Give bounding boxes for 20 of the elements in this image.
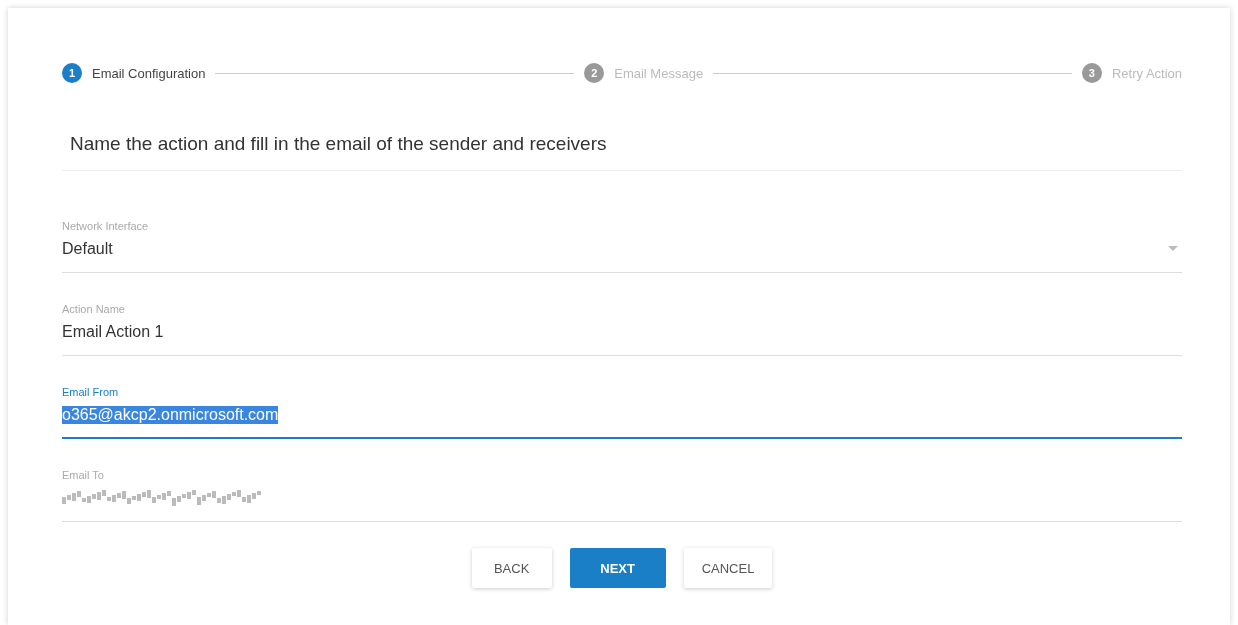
input-field[interactable]: Email From o365@akcp2.onmicrosoft.com (62, 372, 1182, 439)
step-number[interactable]: 1 (62, 63, 82, 83)
step-number[interactable]: 3 (1081, 63, 1102, 83)
field-value: Default (62, 240, 113, 258)
field-label: Email To (62, 469, 105, 481)
input-field[interactable]: Network Interface Default (62, 206, 1182, 273)
dropdown-caret-icon[interactable] (1168, 246, 1178, 252)
field-value: Email Action 1 (62, 323, 164, 341)
field-label: Email From (62, 386, 120, 398)
input-field[interactable]: Action Name Email Action 1 (62, 289, 1182, 356)
field-label: Network Interface (62, 220, 150, 232)
action-button[interactable]: CANCEL (683, 548, 773, 588)
input-field[interactable]: Email To (62, 455, 1182, 522)
step-number[interactable]: 2 (584, 63, 605, 83)
section-heading: Name the action and fill in the email of the sender and receivers (69, 133, 608, 155)
action-button[interactable]: NEXT (569, 548, 666, 588)
blurred-value-icon (62, 490, 262, 506)
field-label: Action Name (62, 303, 126, 315)
step-label[interactable]: Email Configuration (92, 65, 206, 81)
action-button[interactable]: BACK (471, 548, 552, 588)
